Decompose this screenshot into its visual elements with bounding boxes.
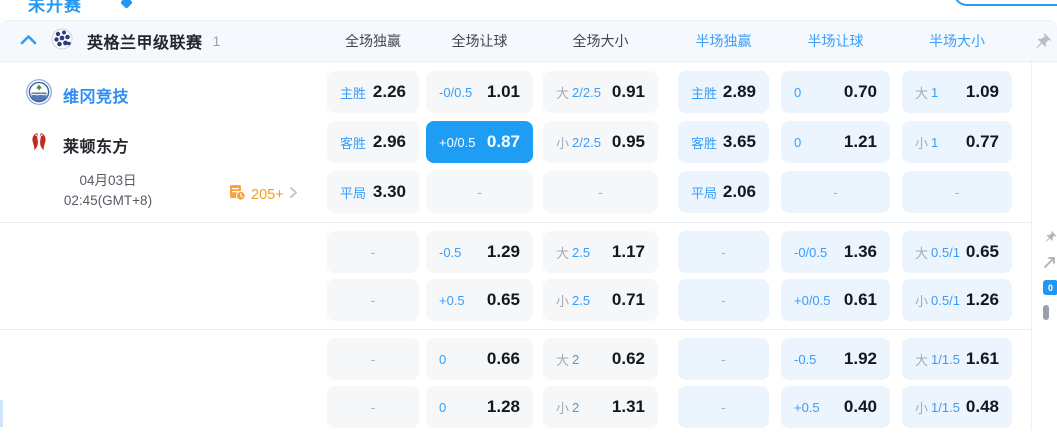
league-header: 英格兰甲级联赛 1 全场独赢 全场让球 全场大小 半场独赢 半场让球 半场大小 xyxy=(0,20,1057,62)
odds-cell[interactable]: -0/0.5 1.01 xyxy=(426,71,533,113)
odds-cell[interactable]: +0.5 0.65 xyxy=(426,279,533,321)
tab-caret-icon xyxy=(120,0,133,9)
column-header-5[interactable]: 半场让球 xyxy=(781,31,890,51)
more-markets-chevron-icon xyxy=(289,186,298,204)
odds-cell[interactable]: 小 2 1.31 xyxy=(543,386,658,428)
odds-cell[interactable]: 大 1/1.5 1.61 xyxy=(902,338,1012,380)
column-header-6[interactable]: 半场大小 xyxy=(902,31,1012,51)
odds-cell[interactable]: 大 2/2.5 0.91 xyxy=(543,71,658,113)
odds-cell[interactable]: 0 0.70 xyxy=(781,71,890,113)
odds-cell-empty: - xyxy=(327,386,419,428)
odds-cell-empty: - xyxy=(327,338,419,380)
column-header-1[interactable]: 全场独赢 xyxy=(327,31,419,51)
column-header-4[interactable]: 半场独赢 xyxy=(678,31,769,51)
rail-drag-bar[interactable] xyxy=(1043,305,1049,320)
pin-icon[interactable] xyxy=(1033,32,1052,56)
rail-arrow-icon[interactable] xyxy=(1043,256,1056,274)
odds-row: -0 1.28 小 2 1.31- +0.5 0.40 小 1/1.5 0.48 xyxy=(327,383,1031,431)
odds-cell[interactable]: 客胜 2.96 xyxy=(327,121,419,163)
odds-cell[interactable]: 0 1.21 xyxy=(781,121,890,163)
match-date: 04月03日 xyxy=(79,173,137,188)
odds-cell[interactable]: 小 1/1.5 0.48 xyxy=(902,386,1012,428)
collapse-chevron-icon[interactable] xyxy=(20,32,37,50)
odds-cell[interactable]: 主胜 2.26 xyxy=(327,71,419,113)
odds-cell-empty: - xyxy=(327,231,419,273)
top-tab-strip: 未开赛 xyxy=(0,0,1057,20)
odds-cell[interactable]: 大 1 1.09 xyxy=(902,71,1012,113)
odds-cell-empty: - xyxy=(678,338,769,380)
column-header-2[interactable]: 全场让球 xyxy=(426,31,533,51)
home-team[interactable]: 维冈竞技 xyxy=(26,79,129,110)
away-team-name: 莱顿东方 xyxy=(63,138,130,156)
odds-cell[interactable]: 0 1.28 xyxy=(426,386,533,428)
odds-cell[interactable]: 客胜 3.65 xyxy=(678,121,769,163)
markets-count-icon xyxy=(229,184,246,206)
match-info-column: 维冈竞技 莱顿东方 04月03日 02:45(GMT+8) 205+ xyxy=(0,62,327,224)
odds-cell[interactable]: 大 2 0.62 xyxy=(543,338,658,380)
league-icon xyxy=(51,28,73,55)
odds-row: 主胜 2.26 -0/0.5 1.01 大 2/2.5 0.91 主胜 2.89 0 0.70 大 1 1… xyxy=(327,67,1031,117)
away-team[interactable]: 莱顿东方 xyxy=(26,129,129,160)
odds-row: 平局 3.30- - 平局 2.06- - xyxy=(327,167,1031,217)
odds-cell-empty: - xyxy=(327,279,419,321)
column-headers: 全场独赢 全场让球 全场大小 半场独赢 半场让球 半场大小 xyxy=(327,21,1012,61)
odds-cell[interactable]: 平局 3.30 xyxy=(327,171,419,213)
odds-cell[interactable]: +0/0.5 0.61 xyxy=(781,279,890,321)
odds-cell-selected[interactable]: +0/0.5 0.87 xyxy=(426,121,533,163)
odds-cell-empty: - xyxy=(543,171,658,213)
match-datetime: 04月03日 02:45(GMT+8) xyxy=(42,171,174,212)
odds-cell[interactable]: -0/0.5 1.36 xyxy=(781,231,890,273)
odds-cell[interactable]: 大 2.5 1.17 xyxy=(543,231,658,273)
odds-cell[interactable]: 小 1 0.77 xyxy=(902,121,1012,163)
odds-cell[interactable]: 小 2.5 0.71 xyxy=(543,279,658,321)
league-name[interactable]: 英格兰甲级联赛 xyxy=(87,29,203,53)
column-header-3[interactable]: 全场大小 xyxy=(543,31,658,51)
odds-row: 客胜 2.96 +0/0.5 0.87 小 2/2.5 0.95 客胜 3.65 0 1.21 小 1 0… xyxy=(327,117,1031,167)
odds-cell[interactable]: 平局 2.06 xyxy=(678,171,769,213)
betting-odds-page: 未开赛 英格兰甲级联赛 1 全场独赢 全场让球 全场大小 半场独赢 半场让球 半… xyxy=(0,0,1057,434)
odds-cell-empty: - xyxy=(902,171,1012,213)
odds-cell[interactable]: 主胜 2.89 xyxy=(678,71,769,113)
odds-cell-empty: - xyxy=(781,171,890,213)
match-time: 02:45(GMT+8) xyxy=(63,193,153,209)
odds-cell[interactable]: -0.5 1.29 xyxy=(426,231,533,273)
odds-group-3: -0 0.66 大 2 0.62- -0.5 1.92 大 1/1.5 1.61-0 1.28 小 2 1… xyxy=(0,330,1031,434)
odds-cell-empty: - xyxy=(426,171,533,213)
odds-cell[interactable]: 小 2/2.5 0.95 xyxy=(543,121,658,163)
odds-cell-empty: - xyxy=(678,386,769,428)
odds-cell[interactable]: 0 0.66 xyxy=(426,338,533,380)
more-markets-button[interactable]: 205+ xyxy=(229,184,298,206)
odds-cell-empty: - xyxy=(678,279,769,321)
odds-row: - -0.5 1.29 大 2.5 1.17- -0/0.5 1.36 大 0.5/1 0.65 xyxy=(327,228,1031,276)
rail-pin-icon[interactable] xyxy=(1043,230,1057,249)
home-team-name: 维冈竞技 xyxy=(63,88,130,106)
markets-count: 205+ xyxy=(251,187,284,203)
odds-cell[interactable]: -0.5 1.92 xyxy=(781,338,890,380)
home-team-logo-icon xyxy=(26,79,52,110)
tab-not-started[interactable]: 未开赛 xyxy=(28,0,82,16)
top-right-filter-button[interactable] xyxy=(953,0,1057,6)
odds-cell[interactable]: 大 0.5/1 0.65 xyxy=(902,231,1012,273)
left-edge-scroll-sliver xyxy=(0,400,3,427)
odds-cell-empty: - xyxy=(678,231,769,273)
away-team-logo-icon xyxy=(26,129,52,160)
odds-cell[interactable]: 小 0.5/1 1.26 xyxy=(902,279,1012,321)
odds-group-2: - -0.5 1.29 大 2.5 1.17- -0/0.5 1.36 大 0.5/1 0.65- +… xyxy=(0,223,1031,330)
match-count: 1 xyxy=(212,33,221,49)
odds-row: -0 0.66 大 2 0.62- -0.5 1.92 大 1/1.5 1.61 xyxy=(327,335,1031,383)
right-icon-rail: 0 xyxy=(1031,62,1057,430)
rail-blue-badge-icon[interactable]: 0 xyxy=(1043,280,1057,295)
odds-row: - +0.5 0.65 小 2.5 0.71- +0/0.5 0.61 小 0.5/1 1.26 xyxy=(327,276,1031,324)
odds-cell[interactable]: +0.5 0.40 xyxy=(781,386,890,428)
